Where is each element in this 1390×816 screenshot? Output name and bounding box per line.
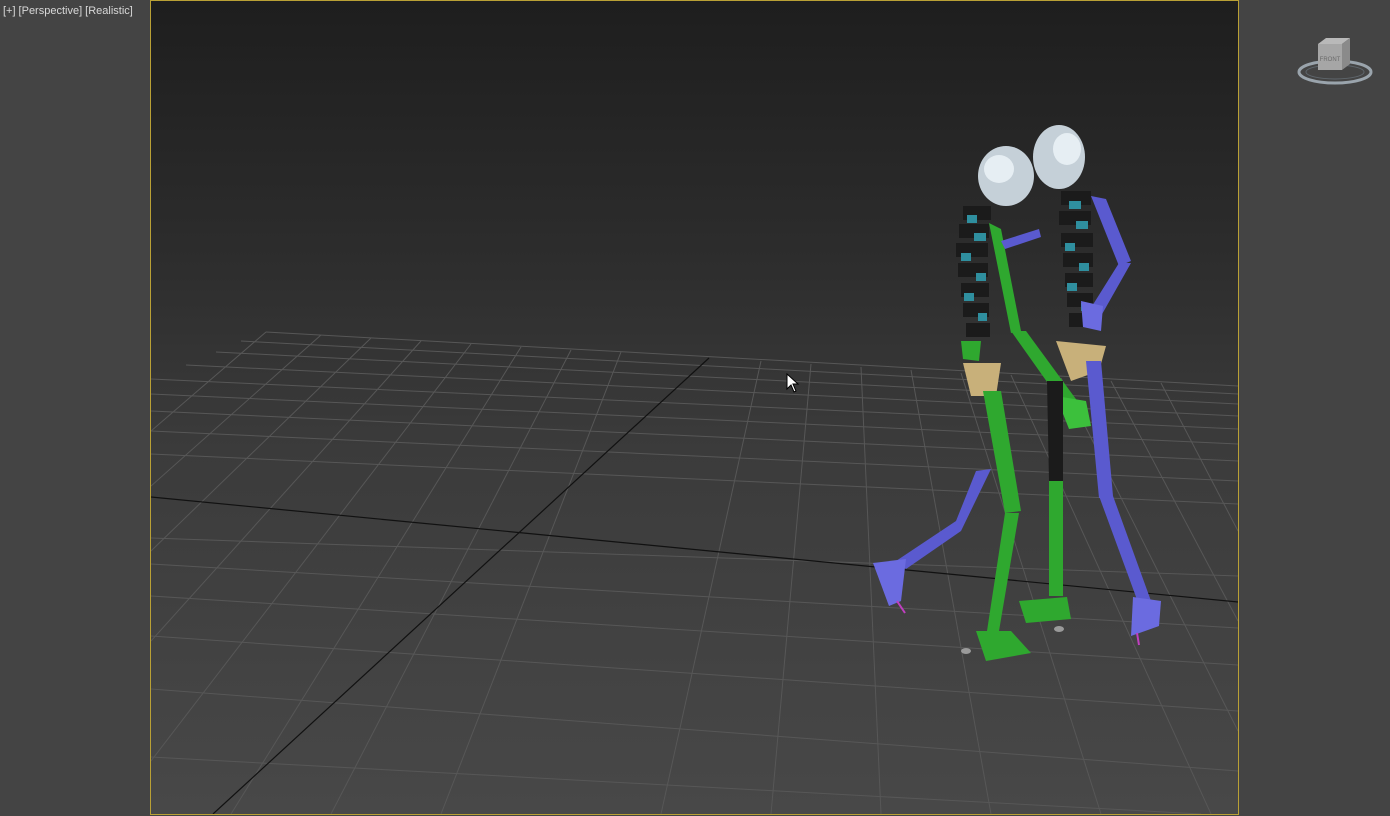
foot-helper xyxy=(896,600,906,614)
viewcube-front-label: FRONT xyxy=(1320,57,1341,63)
mouse-pointer-icon xyxy=(786,373,800,393)
viewport-shading-menu[interactable]: [Realistic] xyxy=(85,5,133,17)
scene-canvas[interactable] xyxy=(151,1,1238,814)
footstep-marker xyxy=(1054,626,1064,632)
footstep-marker xyxy=(961,648,971,654)
foot-helper xyxy=(1136,632,1140,646)
viewport-view-menu[interactable]: [Perspective] xyxy=(19,5,83,17)
viewcube-icon[interactable]: FRONT xyxy=(1296,34,1374,90)
perspective-viewport[interactable] xyxy=(150,0,1239,815)
viewport-area: [+] [Perspective] [Realistic] FRONT xyxy=(0,0,1390,816)
viewcube[interactable]: FRONT xyxy=(1296,34,1374,90)
viewport-label-menu: [+] [Perspective] [Realistic] xyxy=(3,3,133,19)
viewport-plus-menu[interactable]: [+] xyxy=(3,5,16,17)
